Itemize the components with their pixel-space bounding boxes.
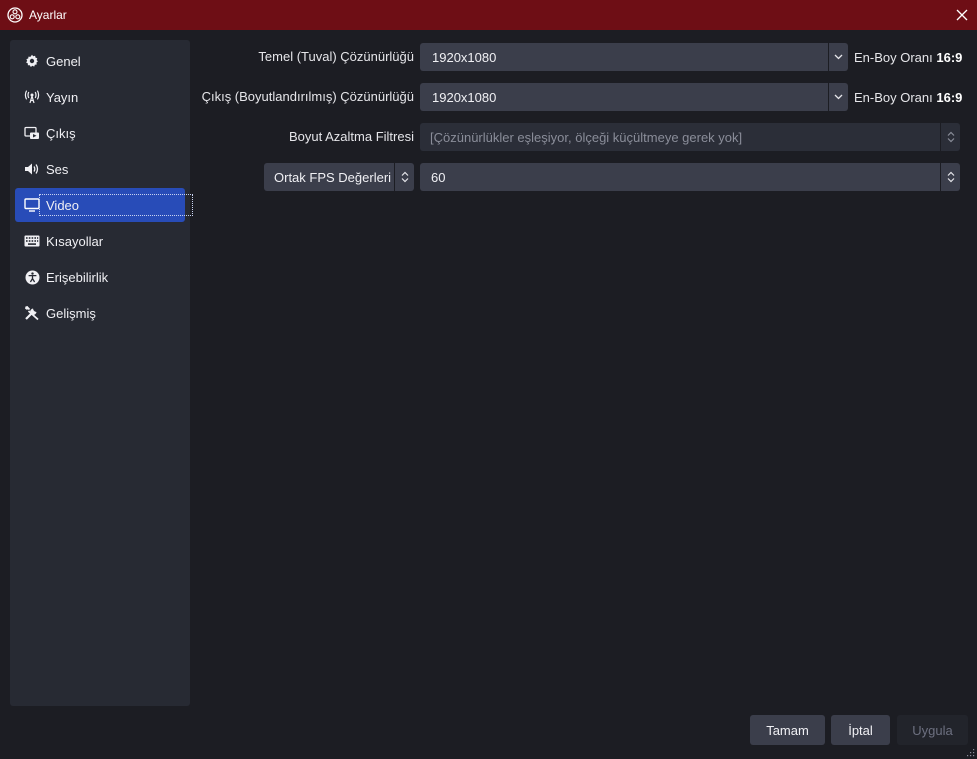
output-aspect-ratio: En-Boy Oranı 16:9	[854, 90, 963, 105]
apply-button[interactable]: Uygula	[897, 715, 968, 745]
sidebar-item-label: Erişebilirlik	[46, 269, 109, 285]
updown-arrows-icon	[940, 123, 960, 151]
sidebar-item-label: Yayın	[46, 89, 79, 105]
sidebar-item-genel[interactable]: Genel	[15, 44, 185, 78]
close-icon	[956, 9, 968, 21]
close-button[interactable]	[947, 0, 977, 30]
fps-type-value: Ortak FPS Değerleri	[274, 169, 392, 185]
updown-arrows-icon	[940, 163, 960, 191]
focus-indicator	[39, 194, 193, 216]
cancel-button[interactable]: İptal	[831, 715, 890, 745]
antenna-icon	[24, 89, 40, 105]
resize-grip-icon[interactable]	[965, 747, 975, 757]
window-title: Ayarlar	[29, 8, 67, 22]
sidebar-item-kisayollar[interactable]: Kısayollar	[15, 224, 185, 258]
output-resolution-combobox[interactable]: 1920x1080	[420, 83, 848, 111]
base-aspect-ratio: En-Boy Oranı 16:9	[854, 50, 963, 65]
output-icon	[24, 125, 40, 141]
sidebar-item-gelismis[interactable]: Gelişmiş	[15, 296, 185, 330]
downscale-filter-value: [Çözünürlükler eşleşiyor, ölçeği küçültm…	[430, 129, 743, 145]
sidebar-item-label: Kısayollar	[46, 233, 104, 249]
speaker-icon	[24, 161, 40, 177]
sidebar-item-label: Çıkış	[46, 125, 76, 141]
sidebar-item-label: Ses	[46, 161, 69, 177]
accessibility-icon	[24, 269, 40, 285]
sidebar-item-video[interactable]: Video	[15, 188, 193, 222]
downscale-filter-combobox[interactable]: [Çözünürlükler eşleşiyor, ölçeği küçültm…	[420, 123, 960, 151]
monitor-icon	[24, 197, 40, 213]
chevron-down-icon	[828, 83, 848, 111]
sidebar-item-yayin[interactable]: Yayın	[15, 80, 185, 114]
sidebar-item-label: Genel	[46, 53, 81, 69]
chevron-down-icon	[828, 43, 848, 71]
base-resolution-value: 1920x1080	[432, 49, 497, 65]
fps-value-combobox[interactable]: 60	[420, 163, 960, 191]
obs-logo-icon	[7, 7, 23, 23]
fps-type-combobox[interactable]: Ortak FPS Değerleri	[264, 163, 414, 191]
sidebar-item-label: Gelişmiş	[46, 305, 96, 321]
sidebar-item-cikis[interactable]: Çıkış	[15, 116, 185, 150]
output-resolution-label: Çıkış (Boyutlandırılmış) Çözünürlüğü	[201, 89, 414, 104]
ok-button[interactable]: Tamam	[750, 715, 825, 745]
downscale-filter-label: Boyut Azaltma Filtresi	[289, 129, 414, 144]
tools-icon	[24, 305, 40, 321]
updown-arrows-icon	[394, 163, 414, 191]
base-resolution-combobox[interactable]: 1920x1080	[420, 43, 848, 71]
fps-value: 60	[431, 169, 446, 185]
base-resolution-label: Temel (Tuval) Çözünürlüğü	[258, 49, 414, 64]
output-resolution-value: 1920x1080	[432, 89, 497, 105]
sidebar-item-ses[interactable]: Ses	[15, 152, 185, 186]
sidebar-item-erisebilirlik[interactable]: Erişebilirlik	[15, 260, 185, 294]
keyboard-icon	[24, 233, 40, 249]
gear-icon	[24, 53, 40, 69]
settings-sidebar: Genel Yayın Çıkış Ses Video Kısayollar E…	[10, 40, 193, 706]
title-bar: Ayarlar	[0, 0, 977, 30]
